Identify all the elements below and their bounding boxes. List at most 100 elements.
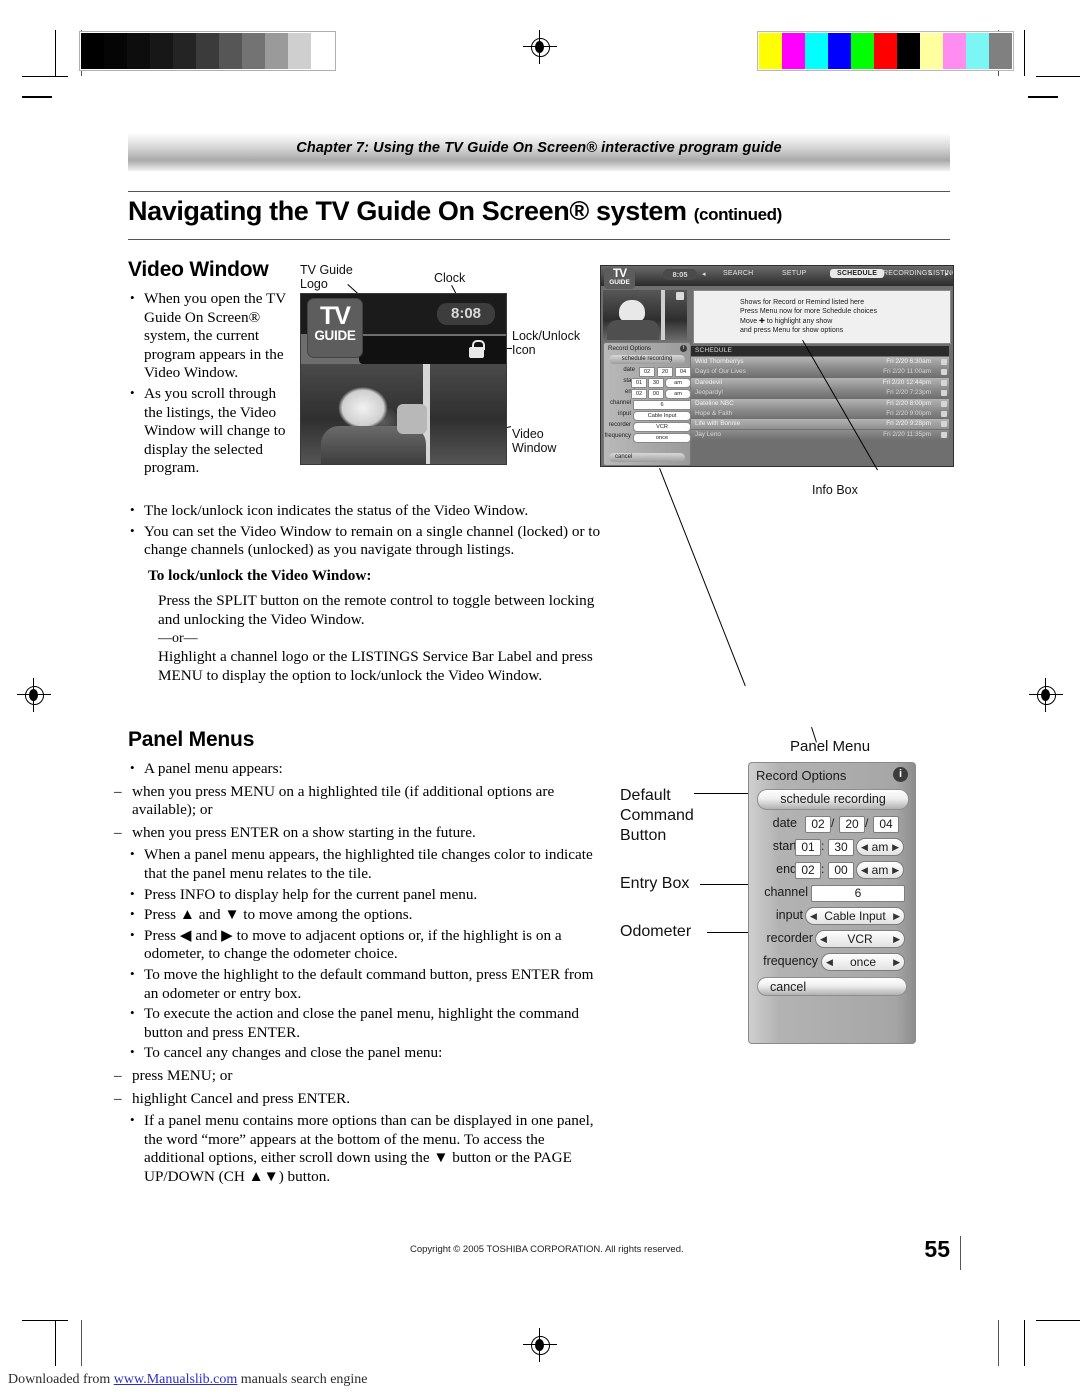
info-icon[interactable]: i [893,767,908,782]
crop-mark-tr-h [1036,76,1080,77]
list-item: When a panel menu appears, the highlight… [128,845,598,883]
schedule-row-title: Daredevil [695,378,722,386]
schedule-row-title: Hope & Faith [695,410,733,417]
color-swatch [989,33,1012,69]
schedule-row[interactable]: Wild Thornberrys Fri 2/20 6:30am [691,357,949,367]
list-item: As you scroll through the listings, the … [128,384,293,478]
schedule-row[interactable]: Daredevil Fri 2/20 12:44pm [691,377,949,388]
channel-field[interactable]: 6 [811,885,905,902]
chevron-right-icon: ▶ [893,911,900,921]
end-ampm-odometer[interactable]: ◀ am ▶ [856,861,904,879]
guide-nav-recordings[interactable]: RECORDINGS [883,270,932,277]
end-time-separator: : [821,862,825,876]
start-minute-field[interactable]: 30 [828,839,854,856]
down-arrow-icon: ▼ [433,1149,449,1167]
left-arrow-icon: ◀ [179,926,192,944]
grayscale-swatch [242,33,265,69]
info-line: Press Menu now for more Schedule choices [740,308,877,316]
or-separator: —or— [158,631,198,646]
recorder-odometer[interactable]: ◀ VCR ▶ [815,930,905,948]
mini-input-value[interactable]: Cable Input [633,410,691,421]
mini-end-ampm[interactable]: am [665,388,691,399]
schedule-row[interactable]: Jay Leno Fri 2/20 11:35pm [691,429,949,440]
schedule-row[interactable]: Hope & Faith Fri 2/20 9:00pm [691,409,949,419]
download-suffix: manuals search engine [240,1372,368,1387]
list-item-more-option: If a panel menu contains more options th… [128,1111,598,1186]
chevron-left-icon: ◀ [826,957,833,967]
label-date: date [772,816,797,830]
frequency-odometer[interactable]: ◀ once ▶ [821,953,905,971]
date-year-field[interactable]: 04 [873,816,899,833]
mini-date-yy[interactable]: 04 [675,367,691,377]
mini-end-mm[interactable]: 00 [648,389,664,399]
list-item-arrows-updown: Press ▲ and ▼ to move among the options. [128,905,598,925]
list-item: when you press ENTER on a show starting … [114,824,598,843]
start-ampm-odometer[interactable]: ◀ am ▶ [856,838,904,856]
guide-logo: TV GUIDE [604,267,635,289]
callout-clock: Clock [434,271,466,285]
schedule-row-title: Dateline NBC [695,399,734,407]
color-swatch [897,33,920,69]
guide-nav-search[interactable]: SEARCH [723,270,753,277]
end-minute-field[interactable]: 00 [828,862,854,879]
trim-line-left-bottom [81,1320,82,1366]
mini-start-hh[interactable]: 01 [631,378,647,388]
guide-nav-schedule[interactable]: SCHEDULE [830,269,885,278]
mini-row-frequency: frequency once [605,432,691,443]
chevron-left-icon: ◀ [810,911,817,921]
video-window-bullets-wide: The lock/unlock icon indicates the statu… [128,501,618,560]
mini-recorder-value[interactable]: VCR [633,421,691,432]
mini-panel-title: Record Options [608,345,651,352]
end-hour-field[interactable]: 02 [795,862,821,879]
schedule-row[interactable]: Life with Bonnie Fri 2/20 9:28pm [691,419,949,430]
schedule-row[interactable]: Dateline NBC Fri 2/20 8:00pm [691,398,949,409]
mini-date-dd[interactable]: 20 [657,367,673,377]
page-title-main: Navigating the TV Guide On Screen® syste… [128,196,687,226]
tv-guide-logo: TV GUIDE [307,298,363,358]
mini-date-mm[interactable]: 02 [639,367,655,377]
crop-mark-bl-v [55,1320,56,1366]
list-item: To cancel any changes and close the pane… [128,1043,598,1063]
copyright-notice: Copyright © 2005 TOSHIBA CORPORATION. Al… [410,1244,684,1255]
date-month-field[interactable]: 02 [805,816,831,833]
schedule-row-status-icon [941,359,947,365]
guide-nav-left-arrow[interactable]: ◂ [702,270,706,278]
cancel-button[interactable]: cancel [757,977,907,996]
list-item: When you open the TV Guide On Screen® sy… [128,289,293,383]
mini-start-mm[interactable]: 30 [648,378,664,388]
default-command-button[interactable]: schedule recording [757,789,909,810]
guide-nav-setup[interactable]: SETUP [782,270,806,277]
grayscale-step-wedge [79,31,336,71]
mini-panel-info-icon[interactable]: i [680,345,687,352]
guide-nav-listings[interactable]: LISTINGS [929,270,953,277]
right-arrow-icon: ▶ [221,926,233,944]
page-title-continued: (continued) [693,205,783,224]
chevron-right-icon: ▶ [893,957,900,967]
mini-channel-value[interactable]: 6 [633,400,691,410]
list-item: A panel menu appears: [128,759,598,779]
manualslib-link[interactable]: www.Manualslib.com [114,1372,238,1387]
list-item: You can set the Video Window to remain o… [128,522,618,560]
panel-menus-bullets: A panel menu appears: [128,759,598,779]
list-item: To execute the action and close the pane… [128,1004,598,1042]
mini-end-hh[interactable]: 02 [631,389,647,399]
label-frequency: frequency [763,954,818,968]
chevron-right-icon: ▶ [893,934,900,944]
chevron-left-icon: ◀ [820,934,827,944]
guide-video-window [603,290,687,340]
color-swatch [851,33,874,69]
start-hour-field[interactable]: 01 [795,839,821,856]
mini-start-ampm[interactable]: am [665,377,691,388]
input-odometer[interactable]: ◀ Cable Input ▶ [805,907,905,925]
mini-panel-command-button[interactable]: schedule recording [609,355,685,364]
crop-mark-tr-v [1024,30,1025,76]
grayscale-swatch [311,33,334,69]
mini-frequency-value[interactable]: once [633,432,691,443]
row-input: input ◀ Cable Input ▶ [753,905,911,925]
schedule-row-datetime: Fri 2/20 12:44pm [882,378,931,386]
date-day-field[interactable]: 20 [839,816,865,833]
chevron-left-icon: ◀ [861,842,868,852]
schedule-row[interactable]: Jeopardy! Fri 2/20 7:23pm [691,388,949,399]
guide-nav-right-arrow[interactable]: ▸ [945,270,949,278]
mini-panel-cancel-button[interactable]: cancel [609,453,685,462]
